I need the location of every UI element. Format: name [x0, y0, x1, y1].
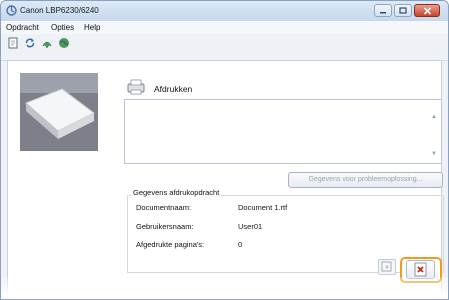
printer-status-window: Canon LBP6230/6240 Opdracht Opties Help	[0, 0, 449, 300]
printer-status-icon	[127, 79, 145, 95]
minimize-button[interactable]	[374, 4, 392, 17]
network-icon[interactable]	[41, 37, 53, 49]
document-name-label: Documentnaam:	[136, 203, 192, 212]
close-icon	[423, 6, 431, 15]
maximize-icon	[399, 7, 407, 14]
pause-job-button[interactable]	[378, 259, 396, 275]
minimize-icon	[380, 11, 386, 13]
menu-help[interactable]: Help	[84, 23, 100, 32]
status-text: Afdrukken	[154, 84, 193, 94]
refresh-icon[interactable]	[24, 37, 36, 49]
window-footer	[1, 277, 448, 299]
scroll-up-icon[interactable]: ▲	[431, 114, 437, 120]
document-icon[interactable]	[7, 37, 19, 49]
close-button[interactable]	[414, 4, 440, 17]
user-name-label: Gebruikersnaam:	[136, 222, 194, 231]
window-title: Canon LBP6230/6240	[20, 6, 99, 15]
maximize-button[interactable]	[394, 4, 412, 17]
cancel-job-icon	[414, 262, 427, 277]
troubleshooting-button[interactable]: Gegevens voor probleemoplossing...	[288, 172, 443, 188]
menu-opdracht[interactable]: Opdracht	[6, 23, 39, 32]
pause-job-icon	[381, 261, 392, 272]
printer-illustration	[20, 73, 98, 151]
printed-pages-label: Afgedrukte pagina's:	[136, 240, 205, 249]
menu-bar: Opdracht Opties Help	[1, 21, 448, 34]
title-bar: Canon LBP6230/6240	[1, 1, 448, 21]
menu-opties[interactable]: Opties	[51, 23, 74, 32]
globe-icon[interactable]	[58, 37, 70, 49]
user-name-value: User01	[238, 222, 263, 231]
document-name-value: Document 1.rtf	[238, 203, 288, 212]
app-icon	[6, 5, 17, 16]
status-message-box: ▲ ▼	[124, 99, 442, 164]
job-info-legend: Gegevens afdrukopdracht	[131, 188, 222, 197]
scroll-down-icon[interactable]: ▼	[431, 151, 437, 157]
printed-pages-value: 0	[238, 240, 243, 249]
